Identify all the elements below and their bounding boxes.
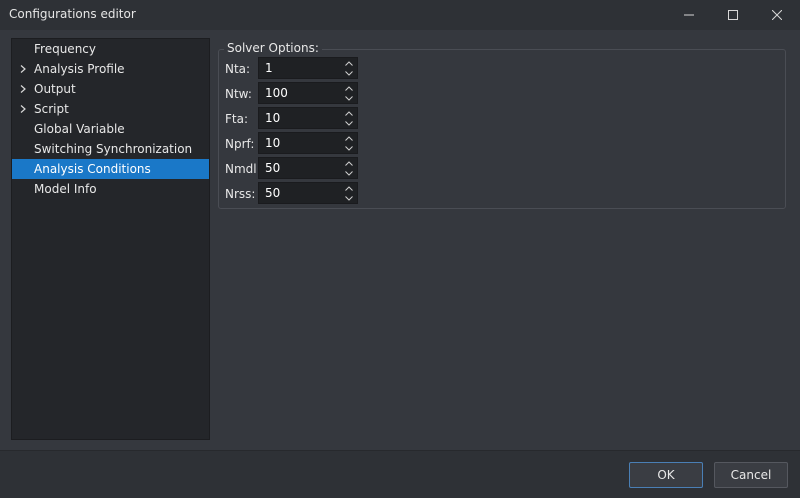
tree-item-label: Model Info (34, 182, 97, 196)
tree-item-label: Switching Synchronization (34, 142, 193, 156)
fta-label: Fta: (225, 112, 249, 126)
ntw-label: Ntw: (225, 87, 252, 101)
minimize-button[interactable] (667, 0, 711, 30)
nrss-label: Nrss: (225, 187, 256, 201)
chevron-down-icon[interactable] (343, 193, 355, 203)
chevron-down-icon[interactable] (343, 93, 355, 103)
tree-item-analysis-conditions[interactable]: Analysis Conditions (12, 159, 209, 179)
nta-value[interactable]: 1 (265, 61, 273, 75)
solver-options-title: Solver Options: (224, 41, 322, 55)
nmdl-label: Nmdl: (225, 162, 261, 176)
chevron-right-icon[interactable] (18, 79, 28, 99)
fta-value[interactable]: 10 (265, 111, 280, 125)
close-button[interactable] (755, 0, 799, 30)
window-title: Configurations editor (9, 7, 136, 21)
tree-item-label: Global Variable (34, 122, 125, 136)
tree-item-label: Analysis Conditions (34, 162, 151, 176)
nta-label: Nta: (225, 62, 251, 76)
configurations-editor-window: Configurations editor Frequency Analysis… (0, 0, 800, 498)
chevron-right-icon[interactable] (18, 59, 28, 79)
cancel-button[interactable]: Cancel (714, 462, 788, 488)
chevron-down-icon[interactable] (343, 118, 355, 128)
chevron-down-icon[interactable] (343, 143, 355, 153)
tree-item-model-info[interactable]: Model Info (12, 179, 209, 199)
close-icon (772, 10, 782, 20)
tree-item-switching-synchronization[interactable]: Switching Synchronization (12, 139, 209, 159)
nrss-spinbox[interactable]: 50 (258, 182, 358, 204)
title-bar: Configurations editor (0, 0, 800, 30)
tree-item-label: Script (34, 102, 69, 116)
ntw-value[interactable]: 100 (265, 86, 288, 100)
ntw-spinbox[interactable]: 100 (258, 82, 358, 104)
tree-item-label: Frequency (34, 42, 96, 56)
nmdl-spinbox[interactable]: 50 (258, 157, 358, 179)
maximize-button[interactable] (711, 0, 755, 30)
configuration-tree: Frequency Analysis Profile Output Script… (11, 38, 210, 440)
tree-item-analysis-profile[interactable]: Analysis Profile (12, 59, 209, 79)
chevron-down-icon[interactable] (343, 68, 355, 78)
chevron-up-icon[interactable] (343, 133, 355, 143)
tree-item-output[interactable]: Output (12, 79, 209, 99)
tree-item-script[interactable]: Script (12, 99, 209, 119)
chevron-up-icon[interactable] (343, 108, 355, 118)
chevron-down-icon[interactable] (343, 168, 355, 178)
nta-spinbox[interactable]: 1 (258, 57, 358, 79)
ok-button[interactable]: OK (629, 462, 703, 488)
tree-item-global-variable[interactable]: Global Variable (12, 119, 209, 139)
chevron-up-icon[interactable] (343, 83, 355, 93)
tree-item-frequency[interactable]: Frequency (12, 39, 209, 59)
maximize-icon (728, 10, 738, 20)
chevron-up-icon[interactable] (343, 183, 355, 193)
tree-item-label: Analysis Profile (34, 62, 125, 76)
nmdl-value[interactable]: 50 (265, 161, 280, 175)
nrss-value[interactable]: 50 (265, 186, 280, 200)
nprf-label: Nprf: (225, 137, 255, 151)
minimize-icon (684, 14, 694, 16)
fta-spinbox[interactable]: 10 (258, 107, 358, 129)
chevron-right-icon[interactable] (18, 99, 28, 119)
nprf-value[interactable]: 10 (265, 136, 280, 150)
chevron-up-icon[interactable] (343, 158, 355, 168)
tree-item-label: Output (34, 82, 76, 96)
chevron-up-icon[interactable] (343, 58, 355, 68)
nprf-spinbox[interactable]: 10 (258, 132, 358, 154)
